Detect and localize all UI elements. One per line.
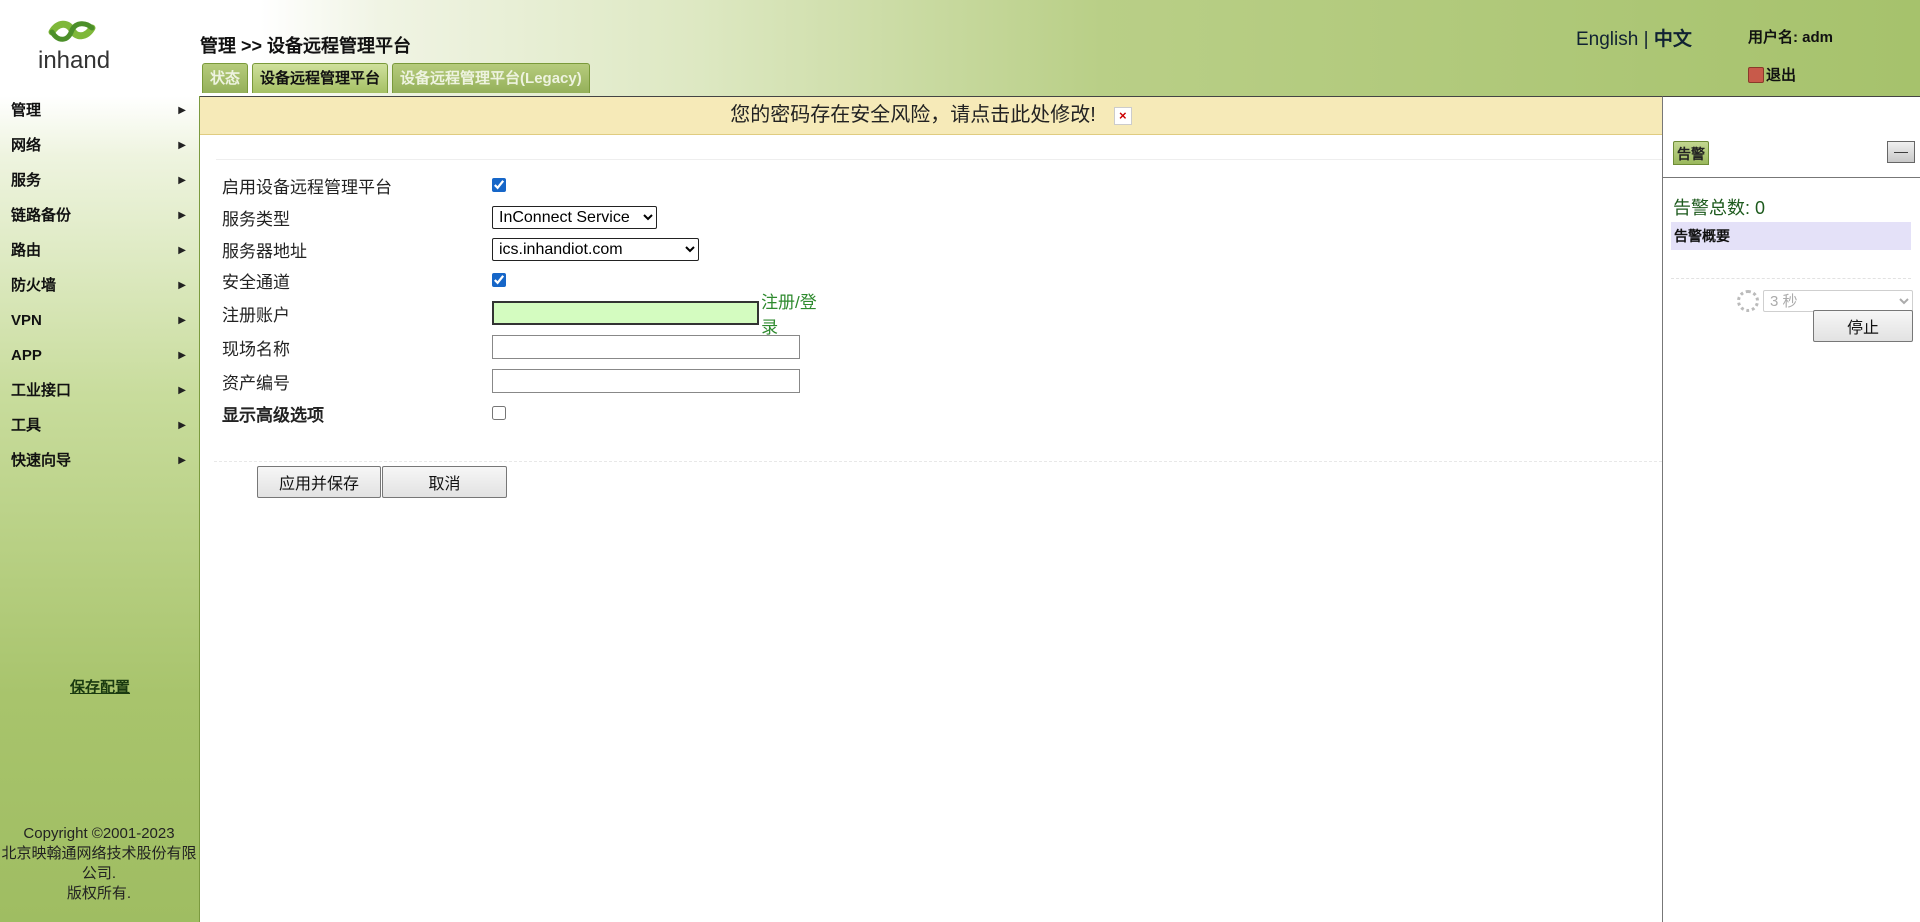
sidebar-item-industrial-interface[interactable]: 工业接口 ▶ (0, 376, 198, 406)
header: inhand 管理 >> 设备远程管理平台 状态 设备远程管理平台 设备远程管理… (0, 0, 1920, 96)
copyright-line: Copyright ©2001-2023 (23, 825, 175, 842)
service-type-label: 服务类型 (222, 209, 290, 229)
service-type-select[interactable]: InConnect Service (492, 205, 657, 229)
chevron-right-icon: ▶ (178, 280, 186, 291)
main-content: 您的密码存在安全风险，请点击此处修改! × 启用设备远程管理平台 服务类型 InC… (200, 96, 1662, 922)
chevron-right-icon: ▶ (178, 210, 186, 221)
account-field[interactable] (492, 301, 760, 325)
loading-spinner-icon (1737, 290, 1759, 312)
chevron-right-icon: ▶ (178, 315, 186, 326)
sidebar-item-label: VPN (11, 312, 42, 329)
sidebar-item-label: 服务 (11, 172, 42, 189)
chevron-right-icon: ▶ (178, 105, 186, 116)
advanced-options-checkbox[interactable] (492, 406, 506, 420)
sidebar-item-label: 防火墙 (11, 277, 57, 294)
logo-wordmark: inhand (38, 47, 110, 74)
lang-separator: | (1638, 29, 1654, 50)
alarm-total: 告警总数: 0 (1673, 198, 1766, 218)
sidebar-item-label: 快速向导 (11, 452, 72, 469)
alarm-panel: 告警 — 告警总数: 0 告警概要 3 秒 停止 (1662, 96, 1920, 922)
site-name-label: 现场名称 (222, 339, 290, 359)
close-icon[interactable]: × (1113, 106, 1132, 125)
sidebar-item-routing[interactable]: 路由 ▶ (0, 236, 198, 266)
tab-remote-management-legacy[interactable]: 设备远程管理平台(Legacy) (392, 63, 590, 93)
chevron-right-icon: ▶ (178, 350, 186, 361)
chevron-right-icon: ▶ (178, 420, 186, 431)
save-config-link[interactable]: 保存配置 (70, 676, 130, 697)
sidebar-item-quick-wizard[interactable]: 快速向导 ▶ (0, 446, 198, 476)
sidebar-item-app[interactable]: APP ▶ (0, 341, 198, 371)
username-label: 用户名: adm (1748, 29, 1834, 46)
asset-number-label: 资产编号 (222, 373, 290, 393)
logout-icon (1748, 66, 1764, 83)
enable-label: 启用设备远程管理平台 (222, 177, 392, 197)
inhand-logo: inhand (38, 20, 110, 74)
alarm-panel-body: 告警总数: 0 告警概要 3 秒 停止 (1663, 177, 1920, 922)
minimize-button[interactable]: — (1887, 141, 1915, 163)
register-login-link[interactable]: 注册/登录 (761, 288, 824, 338)
logout-button[interactable]: 退出 (1748, 64, 1796, 85)
settings-form: 启用设备远程管理平台 服务类型 InConnect Service 服务器地址 … (216, 159, 1662, 425)
sidebar-item-vpn[interactable]: VPN ▶ (0, 306, 198, 336)
apply-save-button[interactable]: 应用并保存 (257, 466, 381, 498)
sidebar-item-link-backup[interactable]: 链路备份 ▶ (0, 201, 198, 231)
cancel-button[interactable]: 取消 (382, 466, 507, 498)
alarm-summary-header: 告警概要 (1671, 222, 1911, 250)
refresh-interval-select[interactable]: 3 秒 (1763, 290, 1913, 312)
sidebar: 管理 ▶ 网络 ▶ 服务 ▶ 链路备份 ▶ 路由 ▶ 防火墙 ▶ VPN ▶ APP ▶ 工业接… (0, 96, 200, 922)
sidebar-item-label: 工具 (11, 417, 42, 434)
copyright-line: 北京映翰通网络技术股份有限 (1, 845, 197, 862)
chevron-right-icon: ▶ (178, 140, 186, 151)
stop-button[interactable]: 停止 (1813, 310, 1913, 342)
language-switcher: English | 中文 (1576, 24, 1692, 51)
lang-english-link[interactable]: English (1576, 29, 1638, 50)
sidebar-item-label: 工业接口 (11, 382, 72, 399)
secure-channel-label: 安全通道 (222, 272, 290, 292)
form-divider (214, 461, 1662, 462)
copyright-line: 版权所有. (66, 885, 132, 902)
sidebar-item-label: 管理 (11, 102, 42, 119)
sidebar-item-label: 链路备份 (11, 207, 72, 224)
sidebar-item-network[interactable]: 网络 ▶ (0, 131, 198, 161)
sidebar-item-label: 路由 (11, 242, 42, 259)
chevron-right-icon: ▶ (178, 245, 186, 256)
tab-status[interactable]: 状态 (202, 63, 249, 93)
logout-label: 退出 (1766, 67, 1797, 84)
asset-number-field[interactable] (492, 369, 800, 393)
secure-channel-checkbox[interactable] (492, 273, 506, 287)
panel-divider (1671, 278, 1911, 279)
sidebar-item-label: 网络 (11, 137, 42, 154)
site-name-field[interactable] (492, 335, 800, 359)
copyright-line: 公司. (81, 865, 117, 882)
enable-checkbox[interactable] (492, 178, 506, 192)
sidebar-item-firewall[interactable]: 防火墙 ▶ (0, 271, 198, 301)
sidebar-item-services[interactable]: 服务 ▶ (0, 166, 198, 196)
chevron-right-icon: ▶ (178, 385, 186, 396)
breadcrumb: 管理 >> 设备远程管理平台 (200, 36, 412, 56)
sidebar-item-label: APP (11, 347, 42, 364)
tab-bar: 状态 设备远程管理平台 设备远程管理平台(Legacy) (202, 63, 590, 93)
chevron-right-icon: ▶ (178, 175, 186, 186)
sidebar-item-tools[interactable]: 工具 ▶ (0, 411, 198, 441)
tab-remote-management[interactable]: 设备远程管理平台 (252, 63, 389, 93)
alert-message: 您的密码存在安全风险，请点击此处修改! (730, 104, 1096, 126)
advanced-options-label: 显示高级选项 (222, 405, 324, 425)
copyright: Copyright ©2001-2023 北京映翰通网络技术股份有限 公司. 版… (0, 824, 198, 904)
lang-chinese-link[interactable]: 中文 (1654, 29, 1692, 50)
account-label: 注册账户 (222, 305, 290, 325)
server-label: 服务器地址 (222, 241, 307, 261)
chevron-right-icon: ▶ (178, 455, 186, 466)
server-address-select[interactable]: ics.inhandiot.com (492, 237, 699, 261)
tab-alarm[interactable]: 告警 (1673, 141, 1709, 165)
password-risk-alert[interactable]: 您的密码存在安全风险，请点击此处修改! × (200, 97, 1662, 135)
sidebar-item-admin[interactable]: 管理 ▶ (0, 96, 198, 126)
